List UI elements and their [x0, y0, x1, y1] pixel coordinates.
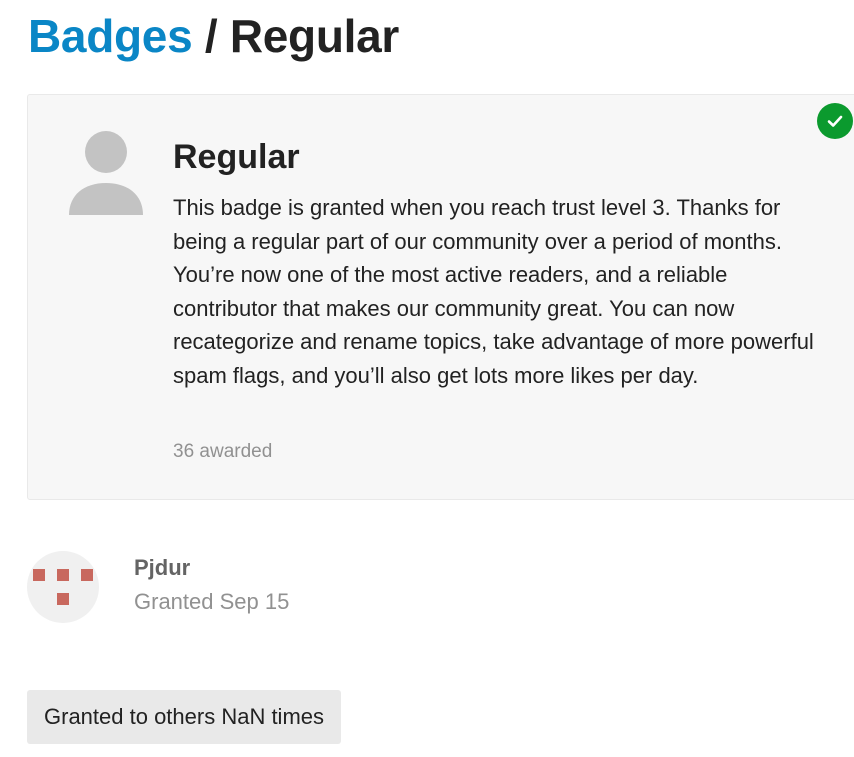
badge-card: Regular This badge is granted when you r… — [27, 94, 854, 500]
username-link[interactable]: Pjdur — [134, 554, 190, 582]
breadcrumb-separator: / — [192, 10, 230, 62]
badge-description: This badge is granted when you reach tru… — [173, 195, 814, 388]
award-count: 36 awarded — [173, 441, 273, 462]
checkmark-icon — [817, 103, 853, 139]
page-title: Badges / Regular — [28, 8, 399, 64]
granted-to-others-button[interactable]: Granted to others NaN times — [27, 690, 342, 744]
user-grant-item: Pjdur Granted Sep 15 — [27, 551, 627, 623]
granted-date: Granted Sep 15 — [134, 589, 290, 614]
breadcrumb-badges-link[interactable]: Badges — [28, 10, 193, 62]
user-silhouette-icon — [68, 131, 146, 217]
avatar[interactable] — [27, 551, 99, 623]
badge-name: Regular — [173, 138, 300, 176]
breadcrumb-current: Regular — [229, 10, 399, 62]
